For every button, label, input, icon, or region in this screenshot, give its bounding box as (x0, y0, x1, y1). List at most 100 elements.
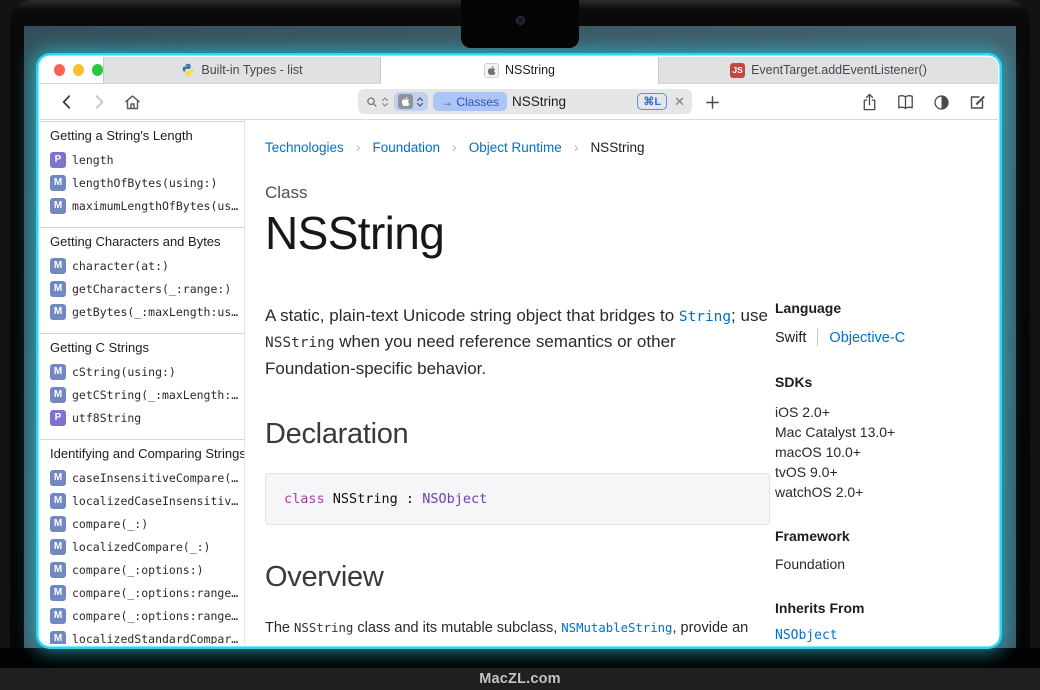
sdks-label: SDKs (775, 374, 990, 390)
sidebar-item[interactable]: MlengthOfBytes(using:) (40, 171, 244, 194)
sidebar-item[interactable]: MgetBytes(_:maxLength:us… (40, 300, 244, 323)
search-engine-selector[interactable] (365, 95, 389, 109)
sidebar-section-title: Getting Characters and Bytes (40, 230, 244, 254)
contrast-icon (932, 93, 951, 112)
compose-icon (967, 92, 987, 112)
sidebar-item[interactable]: Putf8String (40, 406, 244, 429)
language-option-objective-c[interactable]: Objective-C (829, 330, 905, 346)
symbol-name: character(at:) (72, 259, 169, 273)
symbol-name: compare(_:options:) (72, 563, 204, 577)
symbol-kind-eyebrow: Class (265, 183, 770, 203)
compose-button[interactable] (964, 84, 990, 120)
tab-built-in-types-list[interactable]: Built-in Types - list (103, 57, 380, 84)
language-label: Language (775, 300, 990, 316)
symbol-name: utf8String (72, 411, 141, 425)
sidebar-section-title: Identifying and Comparing Strings (40, 442, 244, 466)
symbol-name: localizedStandardCompar… (72, 632, 238, 645)
inherits-from-link[interactable]: NSObject (775, 628, 990, 643)
sidebar-item[interactable]: Mcompare(_:options:) (40, 558, 244, 581)
sidebar-item[interactable]: MlocalizedCompare(_:) (40, 535, 244, 558)
chevron-right-icon (89, 92, 109, 112)
close-window-button[interactable] (54, 64, 65, 76)
page-title: NSString (265, 208, 770, 259)
symbol-name: compare(_:) (72, 517, 148, 531)
inline-code-link[interactable]: NSMutableString (561, 621, 672, 635)
zoom-window-button[interactable] (92, 64, 103, 76)
sidebar-item[interactable]: McaseInsensitiveCompare(… (40, 466, 244, 489)
search-scope-token[interactable]: → Classes (433, 92, 507, 111)
overview-text: The NSString class and its mutable subcl… (265, 617, 770, 644)
minimize-window-button[interactable] (73, 64, 84, 76)
symbol-kind-badge: M (50, 258, 66, 274)
python-tab-icon (181, 63, 195, 77)
laptop-hinge (0, 648, 1040, 668)
apple-tab-icon (484, 63, 499, 78)
tab-eventtarget-addeventlistener[interactable]: JSEventTarget.addEventListener() (658, 57, 998, 84)
symbol-name: maximumLengthOfBytes(us… (72, 199, 238, 213)
book-icon (895, 92, 916, 112)
js-tab-icon: JS (730, 63, 745, 78)
sdk-item: tvOS 9.0+ (775, 462, 990, 482)
symbol-name: getBytes(_:maxLength:us… (72, 305, 238, 319)
bookmarks-button[interactable] (892, 84, 918, 120)
symbol-kind-badge: M (50, 562, 66, 578)
breadcrumb-separator-icon: › (356, 139, 361, 155)
language-option-swift[interactable]: Swift (775, 330, 806, 346)
breadcrumb-foundation[interactable]: Foundation (372, 140, 440, 155)
chevron-up-down-icon (381, 96, 389, 108)
forward-button[interactable] (86, 84, 112, 120)
safari-window: Built-in Types - list NSString JSEventTarg… (40, 57, 998, 645)
sidebar-item[interactable]: Mcompare(_:) (40, 512, 244, 535)
text-run: The (265, 620, 294, 636)
metadata-rail: Language SwiftObjective-C SDKs iOS 2.0+M… (775, 300, 990, 643)
inline-code-link[interactable]: NSObject (422, 491, 487, 507)
sidebar-item[interactable]: Mcompare(_:options:range… (40, 604, 244, 627)
symbol-name: caseInsensitiveCompare(… (72, 471, 238, 485)
home-button[interactable] (118, 84, 146, 120)
keyboard-shortcut-badge: ⌘L (637, 93, 667, 110)
browser-toolbar: → Classes NSString ⌘L ✕ (40, 84, 998, 120)
site-scope-selector[interactable] (394, 92, 428, 111)
watermark-bar: MacZL.com (0, 668, 1040, 690)
sidebar-item[interactable]: McString(using:) (40, 360, 244, 383)
sidebar-item[interactable]: Plength (40, 148, 244, 171)
share-button[interactable] (856, 84, 882, 120)
symbol-kind-badge: M (50, 304, 66, 320)
sidebar-item[interactable]: Mcompare(_:options:range… (40, 581, 244, 604)
symbol-kind-badge: M (50, 175, 66, 191)
sidebar-section: Getting C StringsMcString(using:)MgetCSt… (40, 333, 244, 439)
sidebar-item[interactable]: MlocalizedStandardCompar… (40, 627, 244, 644)
framework-value: Foundation (775, 556, 990, 572)
watermark-text: MacZL.com (479, 671, 561, 687)
breadcrumb-technologies[interactable]: Technologies (265, 140, 344, 155)
sidebar-item[interactable]: MmaximumLengthOfBytes(us… (40, 194, 244, 217)
url-text[interactable]: NSString (512, 94, 632, 109)
doc-main: Technologies›Foundation›Object Runtime›N… (245, 120, 998, 644)
tab-label: NSString (505, 63, 555, 77)
symbol-name: compare(_:options:range… (72, 609, 238, 623)
breadcrumb-separator-icon: › (574, 139, 579, 155)
search-icon (365, 95, 380, 109)
display-notch (461, 0, 579, 48)
url-search-field[interactable]: → Classes NSString ⌘L ✕ (358, 89, 692, 114)
clear-field-button[interactable]: ✕ (674, 94, 685, 110)
divider (817, 329, 818, 346)
tab-strip: Built-in Types - list NSString JSEventTarg… (40, 57, 998, 84)
laptop-mockup: Built-in Types - list NSString JSEventTarg… (0, 0, 1040, 690)
sidebar-item[interactable]: MgetCharacters(_:range:) (40, 277, 244, 300)
symbol-kind-badge: M (50, 198, 66, 214)
share-icon (860, 92, 879, 113)
apple-icon (398, 94, 413, 109)
sidebar-item[interactable]: Mcharacter(at:) (40, 254, 244, 277)
breadcrumb-object-runtime[interactable]: Object Runtime (469, 140, 562, 155)
new-tab-button[interactable] (700, 84, 724, 120)
sidebar-item[interactable]: MgetCString(_:maxLength:… (40, 383, 244, 406)
symbol-name: lengthOfBytes(using:) (72, 176, 217, 190)
inline-code-link[interactable]: String (679, 309, 731, 325)
reader-appearance-button[interactable] (928, 84, 954, 120)
sidebar-item[interactable]: MlocalizedCaseInsensitiv… (40, 489, 244, 512)
symbol-name: getCharacters(_:range:) (72, 282, 231, 296)
tab-nsstring[interactable]: NSString (380, 57, 658, 84)
back-button[interactable] (54, 84, 80, 120)
symbol-kind-badge: M (50, 470, 66, 486)
